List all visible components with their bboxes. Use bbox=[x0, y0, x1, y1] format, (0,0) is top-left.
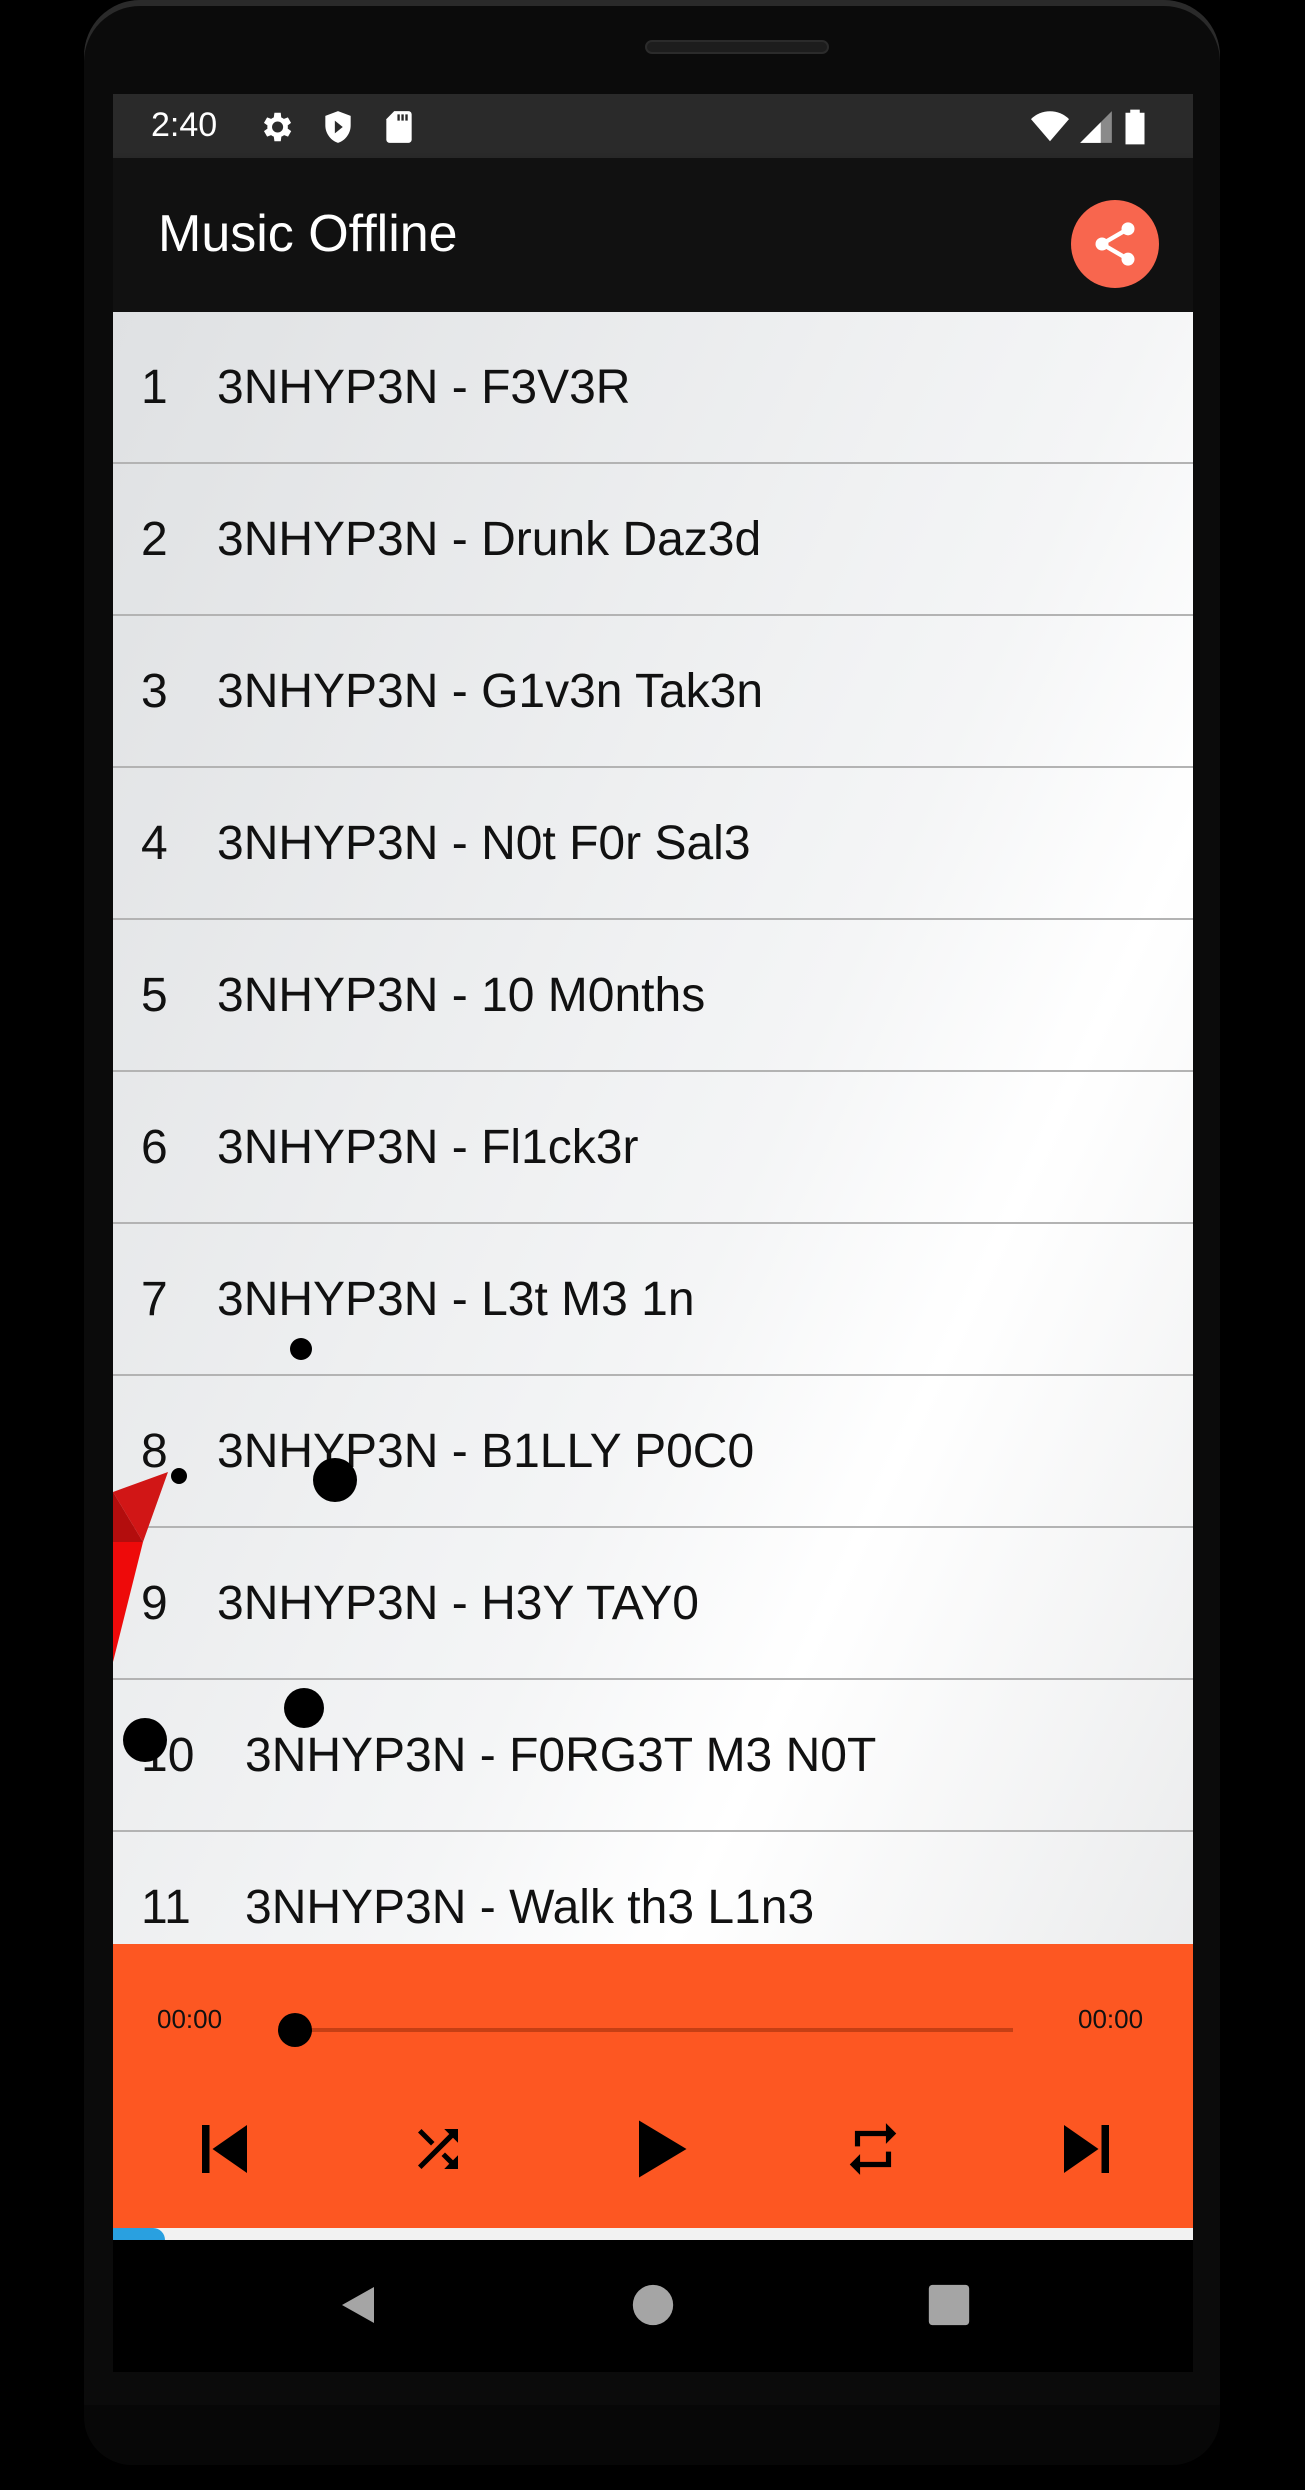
current-time: 00:00 bbox=[157, 2004, 223, 2034]
cell-signal-icon bbox=[1080, 111, 1112, 143]
track-title: 3NHYP3N - 10 M0nths bbox=[217, 969, 706, 1022]
player-panel: 00:00 00:00 bbox=[113, 1944, 1193, 2228]
nav-recents-button[interactable] bbox=[914, 2270, 984, 2340]
shuffle-icon bbox=[418, 2129, 458, 2169]
play-icon bbox=[639, 2120, 687, 2178]
track-title: 3NHYP3N - Drunk Daz3d bbox=[217, 513, 762, 566]
earpiece-speaker bbox=[645, 40, 829, 54]
app-bar: Music Offline bbox=[113, 158, 1193, 312]
bottom-strip bbox=[113, 2228, 1193, 2240]
status-time: 2:40 bbox=[151, 106, 218, 144]
seek-bar[interactable] bbox=[293, 2028, 1013, 2032]
battery-icon bbox=[1125, 109, 1145, 145]
play-button[interactable] bbox=[613, 2104, 703, 2194]
track-number: 1 bbox=[141, 361, 168, 414]
decorative-dot bbox=[290, 1338, 312, 1360]
repeat-button[interactable] bbox=[828, 2104, 918, 2194]
skip-next-icon bbox=[1064, 2125, 1109, 2173]
shuffle-button[interactable] bbox=[393, 2104, 483, 2194]
back-icon bbox=[342, 2287, 374, 2323]
decorative-dot bbox=[171, 1468, 187, 1484]
track-number: 5 bbox=[141, 969, 168, 1022]
home-icon bbox=[632, 2284, 674, 2326]
track-row-1[interactable]: 1 3NHYP3N - F3V3R bbox=[113, 312, 1193, 464]
track-title: 3NHYP3N - Fl1ck3r bbox=[217, 1121, 639, 1174]
phone-screen: 2:40 Music Offline 1 3NHYP3N - F3V3R 2 3… bbox=[113, 94, 1193, 2240]
track-row-8[interactable]: 8 3NHYP3N - B1LLY P0C0 bbox=[113, 1376, 1193, 1528]
track-row-10[interactable]: 10 3NHYP3N - F0RG3T M3 N0T bbox=[113, 1680, 1193, 1832]
track-title: 3NHYP3N - N0t F0r Sal3 bbox=[217, 817, 751, 870]
track-title: 3NHYP3N - H3Y TAY0 bbox=[217, 1577, 699, 1630]
track-row-5[interactable]: 5 3NHYP3N - 10 M0nths bbox=[113, 920, 1193, 1072]
total-time: 00:00 bbox=[1078, 2004, 1144, 2034]
previous-button[interactable] bbox=[178, 2104, 268, 2194]
nav-back-button[interactable] bbox=[323, 2270, 393, 2340]
app-title: Music Offline bbox=[158, 205, 458, 263]
track-row-4[interactable]: 4 3NHYP3N - N0t F0r Sal3 bbox=[113, 768, 1193, 920]
track-list: 1 3NHYP3N - F3V3R 2 3NHYP3N - Drunk Daz3… bbox=[113, 312, 1193, 2038]
next-button[interactable] bbox=[1043, 2104, 1133, 2194]
track-title: 3NHYP3N - G1v3n Tak3n bbox=[217, 665, 764, 718]
track-number: 3 bbox=[141, 665, 168, 718]
track-number: 6 bbox=[141, 1121, 168, 1174]
decorative-dot bbox=[284, 1688, 324, 1728]
track-row-6[interactable]: 6 3NHYP3N - Fl1ck3r bbox=[113, 1072, 1193, 1224]
track-number: 7 bbox=[141, 1273, 168, 1326]
track-number: 11 bbox=[141, 1881, 191, 1934]
skip-previous-icon bbox=[202, 2125, 247, 2173]
track-number: 8 bbox=[141, 1425, 168, 1478]
device-chin bbox=[84, 2405, 1220, 2465]
track-title: 3NHYP3N - F3V3R bbox=[217, 361, 631, 414]
wifi-icon bbox=[1031, 111, 1069, 142]
nav-home-button[interactable] bbox=[618, 2270, 688, 2340]
track-number: 2 bbox=[141, 513, 168, 566]
track-title: 3NHYP3N - F0RG3T M3 N0T bbox=[245, 1729, 877, 1782]
decorative-red-shape bbox=[113, 1472, 168, 1662]
track-row-9[interactable]: 9 3NHYP3N - H3Y TAY0 bbox=[113, 1528, 1193, 1680]
track-row-2[interactable]: 2 3NHYP3N - Drunk Daz3d bbox=[113, 464, 1193, 616]
ad-banner-edge bbox=[113, 2228, 165, 2240]
system-nav-bar bbox=[113, 2240, 1193, 2372]
repeat-icon bbox=[849, 2123, 897, 2175]
decorative-dot bbox=[313, 1458, 357, 1502]
sd-card-icon bbox=[386, 111, 412, 143]
track-title: 3NHYP3N - B1LLY P0C0 bbox=[217, 1425, 755, 1478]
seek-thumb[interactable] bbox=[278, 2013, 312, 2047]
track-number: 4 bbox=[141, 817, 168, 870]
share-button[interactable] bbox=[1071, 200, 1159, 288]
track-title: 3NHYP3N - Walk th3 L1n3 bbox=[245, 1881, 815, 1934]
track-row-7[interactable]: 7 3NHYP3N - L3t M3 1n bbox=[113, 1224, 1193, 1376]
gear-icon bbox=[263, 112, 292, 142]
shield-play-icon bbox=[325, 111, 351, 143]
recents-icon bbox=[928, 2284, 970, 2326]
track-row-3[interactable]: 3 3NHYP3N - G1v3n Tak3n bbox=[113, 616, 1193, 768]
track-title: 3NHYP3N - L3t M3 1n bbox=[217, 1273, 695, 1326]
share-icon bbox=[1095, 222, 1135, 266]
status-bar: 2:40 bbox=[113, 94, 1193, 158]
decorative-dot bbox=[123, 1718, 167, 1762]
